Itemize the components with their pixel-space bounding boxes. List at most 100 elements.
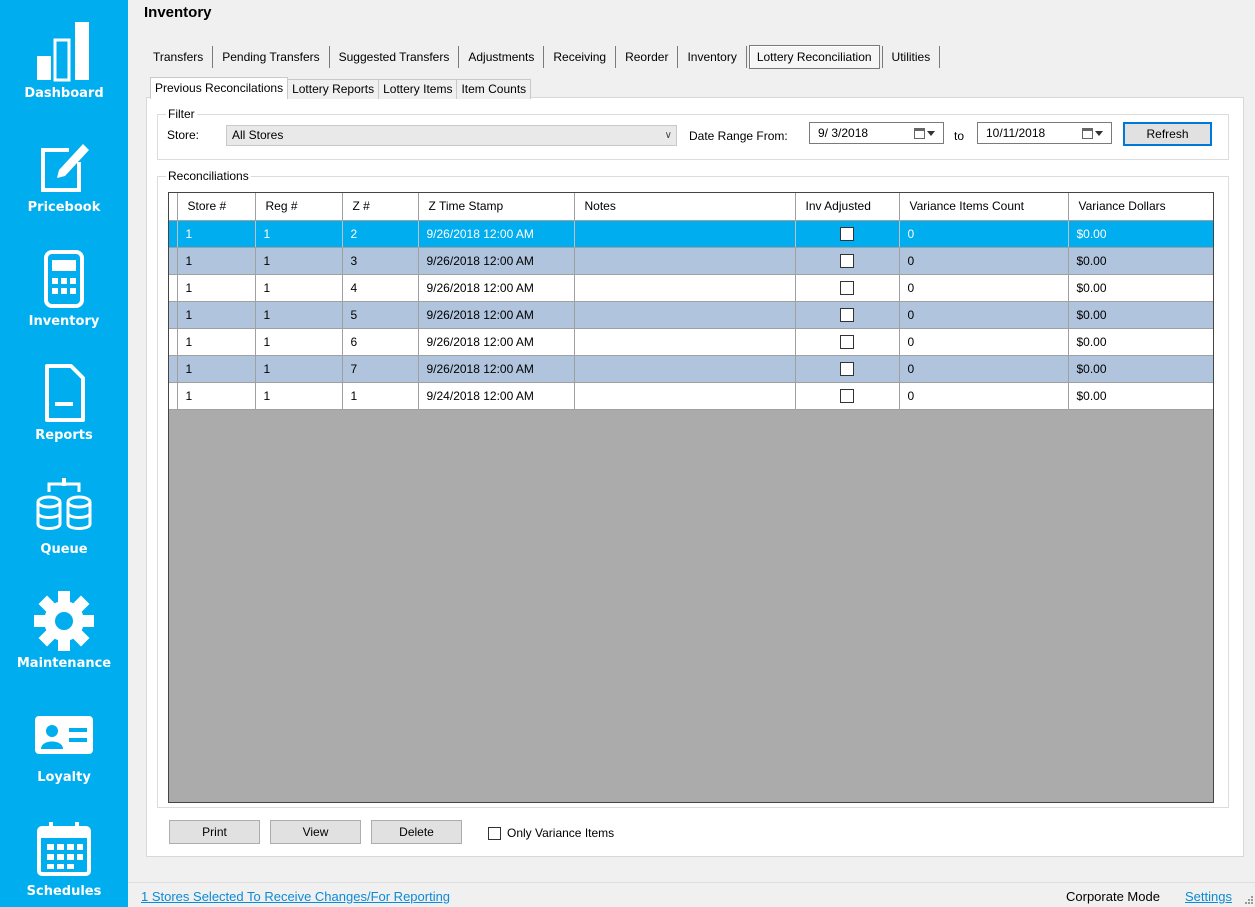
row-header[interactable] xyxy=(169,220,178,248)
inv-adjusted-checkbox[interactable] xyxy=(840,280,854,295)
sidebar-item-maintenance[interactable]: Maintenance xyxy=(0,570,128,684)
date-range-label: Date Range From: xyxy=(689,129,788,143)
sub-tab-bar: Previous Reconcilations Lottery Reports … xyxy=(150,77,532,99)
cell-variance-count: 0 xyxy=(899,247,1069,275)
delete-button[interactable]: Delete xyxy=(371,820,462,844)
resize-grip-icon[interactable] xyxy=(1243,894,1253,904)
cell-z: 4 xyxy=(342,274,419,302)
table-row[interactable]: 1 1 7 9/26/2018 12:00 AM 0 $0.00 xyxy=(169,355,1213,383)
calendar-dropdown-icon[interactable] xyxy=(914,126,940,140)
refresh-button[interactable]: Refresh xyxy=(1123,122,1212,146)
inv-adjusted-checkbox[interactable] xyxy=(840,253,854,268)
sidebar-item-label: Inventory xyxy=(28,314,100,329)
cell-inv-adjusted xyxy=(795,328,900,356)
tab-suggested-transfers[interactable]: Suggested Transfers xyxy=(332,45,457,69)
from-date-value: 9/ 3/2018 xyxy=(818,126,869,140)
gear-icon xyxy=(0,588,128,654)
page-title: Inventory xyxy=(144,4,212,21)
cell-store: 1 xyxy=(177,328,256,356)
cell-variance-dollars: $0.00 xyxy=(1068,301,1213,329)
column-header-variance-dollars[interactable]: Variance Dollars xyxy=(1068,193,1213,221)
only-variance-items-checkbox[interactable]: Only Variance Items xyxy=(488,826,614,840)
report-document-icon xyxy=(0,360,128,426)
cell-reg: 1 xyxy=(255,274,343,302)
tab-separator xyxy=(881,46,883,68)
column-header-inv-adjusted[interactable]: Inv Adjusted xyxy=(795,193,900,221)
bar-chart-icon xyxy=(0,18,128,84)
tab-inventory[interactable]: Inventory xyxy=(680,45,743,69)
table-row[interactable]: 1 1 1 9/24/2018 12:00 AM 0 $0.00 xyxy=(169,382,1213,410)
sidebar-item-reports[interactable]: Reports xyxy=(0,342,128,456)
tab-reorder[interactable]: Reorder xyxy=(618,45,675,69)
tab-adjustments[interactable]: Adjustments xyxy=(461,45,541,69)
tab-lottery-items[interactable]: Lottery Items xyxy=(378,79,458,99)
tab-utilities[interactable]: Utilities xyxy=(885,45,938,69)
tab-lottery-reports[interactable]: Lottery Reports xyxy=(287,79,380,99)
inv-adjusted-checkbox[interactable] xyxy=(840,307,854,322)
cell-timestamp: 9/26/2018 12:00 AM xyxy=(418,328,575,356)
tab-separator xyxy=(677,46,679,68)
column-header-z-time-stamp[interactable]: Z Time Stamp xyxy=(418,193,575,221)
row-header[interactable] xyxy=(169,301,178,329)
view-button[interactable]: View xyxy=(270,820,361,844)
cell-timestamp: 9/26/2018 12:00 AM xyxy=(418,220,575,248)
sidebar-item-queue[interactable]: Queue xyxy=(0,456,128,570)
settings-link[interactable]: Settings xyxy=(1185,889,1232,904)
column-header-notes[interactable]: Notes xyxy=(574,193,796,221)
sidebar-item-label: Maintenance xyxy=(16,656,112,671)
sidebar-item-dashboard[interactable]: Dashboard xyxy=(0,0,128,114)
tab-previous-reconciliations[interactable]: Previous Reconcilations xyxy=(150,77,289,99)
cell-notes xyxy=(574,328,796,356)
row-header[interactable] xyxy=(169,382,178,410)
column-header-z[interactable]: Z # xyxy=(342,193,419,221)
sidebar-item-schedules[interactable]: Schedules xyxy=(0,798,128,907)
calendar-dropdown-icon[interactable] xyxy=(1082,126,1108,140)
inv-adjusted-checkbox[interactable] xyxy=(840,334,854,349)
cell-z: 1 xyxy=(342,382,419,410)
cell-inv-adjusted xyxy=(795,247,900,275)
cell-store: 1 xyxy=(177,274,256,302)
cell-store: 1 xyxy=(177,301,256,329)
sidebar-item-pricebook[interactable]: Pricebook xyxy=(0,114,128,228)
table-row[interactable]: 1 1 3 9/26/2018 12:00 AM 0 $0.00 xyxy=(169,247,1213,275)
table-row[interactable]: 1 1 6 9/26/2018 12:00 AM 0 $0.00 xyxy=(169,328,1213,356)
table-row[interactable]: 1 1 5 9/26/2018 12:00 AM 0 $0.00 xyxy=(169,301,1213,329)
row-header[interactable] xyxy=(169,274,178,302)
sidebar-item-label: Dashboard xyxy=(24,86,104,101)
database-queue-icon xyxy=(0,474,128,540)
stores-selected-link[interactable]: 1 Stores Selected To Receive Changes/For… xyxy=(141,889,450,904)
checkbox-box[interactable] xyxy=(488,826,501,840)
column-header-variance-items-count[interactable]: Variance Items Count xyxy=(899,193,1069,221)
tab-receiving[interactable]: Receiving xyxy=(546,45,613,69)
cell-notes xyxy=(574,220,796,248)
inv-adjusted-checkbox[interactable] xyxy=(840,361,854,376)
sidebar-item-inventory[interactable]: Inventory xyxy=(0,228,128,342)
row-header[interactable] xyxy=(169,247,178,275)
reconciliations-grid[interactable]: Store # Reg # Z # Z Time Stamp Notes Inv… xyxy=(168,192,1214,803)
inv-adjusted-checkbox[interactable] xyxy=(840,226,854,241)
sidebar-item-label: Loyalty xyxy=(37,770,91,785)
chevron-down-icon: ∨ xyxy=(664,130,672,141)
store-dropdown[interactable]: All Stores ∨ xyxy=(226,125,677,146)
to-date-picker[interactable]: 10/11/2018 xyxy=(977,122,1112,144)
tab-separator xyxy=(543,46,545,68)
cell-variance-count: 0 xyxy=(899,355,1069,383)
table-header-row: Store # Reg # Z # Z Time Stamp Notes Inv… xyxy=(169,193,1213,221)
row-header[interactable] xyxy=(169,355,178,383)
cell-inv-adjusted xyxy=(795,355,900,383)
tab-lottery-reconciliation[interactable]: Lottery Reconciliation xyxy=(748,45,880,69)
cell-z: 5 xyxy=(342,301,419,329)
from-date-picker[interactable]: 9/ 3/2018 xyxy=(809,122,944,144)
print-button[interactable]: Print xyxy=(169,820,260,844)
column-header-store[interactable]: Store # xyxy=(177,193,256,221)
inv-adjusted-checkbox[interactable] xyxy=(840,388,854,403)
table-row[interactable]: 1 1 2 9/26/2018 12:00 AM 0 $0.00 xyxy=(169,220,1213,248)
row-header[interactable] xyxy=(169,328,178,356)
tab-transfers[interactable]: Transfers xyxy=(146,45,210,69)
column-header-reg[interactable]: Reg # xyxy=(255,193,343,221)
table-row[interactable]: 1 1 4 9/26/2018 12:00 AM 0 $0.00 xyxy=(169,274,1213,302)
sidebar-item-loyalty[interactable]: Loyalty xyxy=(0,684,128,798)
tab-item-counts[interactable]: Item Counts xyxy=(456,79,532,99)
tab-pending-transfers[interactable]: Pending Transfers xyxy=(215,45,326,69)
cell-timestamp: 9/26/2018 12:00 AM xyxy=(418,301,575,329)
